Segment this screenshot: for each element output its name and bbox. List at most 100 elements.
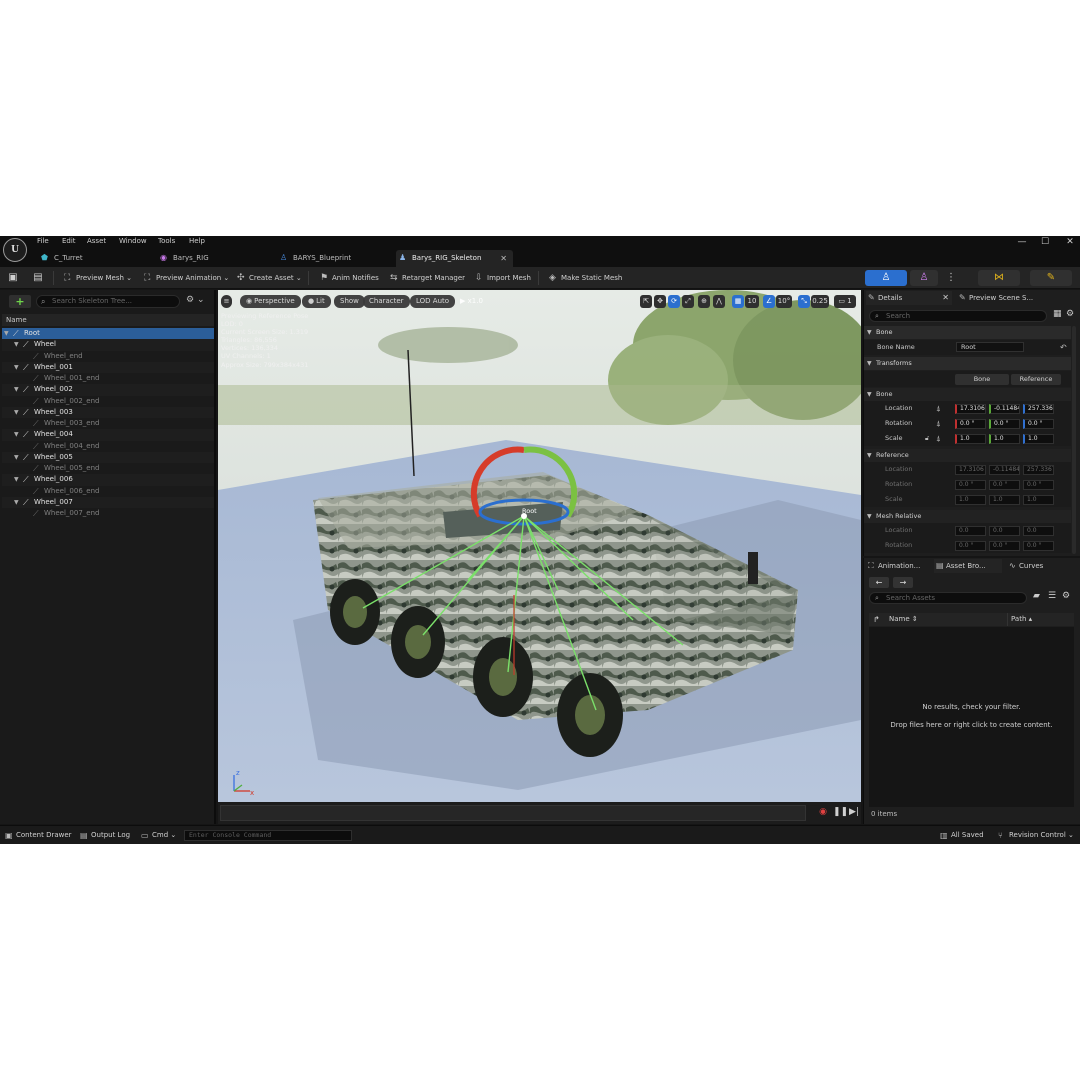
tree-row-bone[interactable]: ▼ ⟋ Wheel_003 [2,406,214,418]
viewport-menu-button[interactable]: ≡ [221,295,232,308]
gear-icon[interactable]: ⚙ [1062,591,1070,601]
asset-search-input[interactable]: ⌕ Search Assets [869,592,1027,604]
rotation-snap-icon[interactable]: ∠ [763,295,775,308]
lit-button[interactable]: ● Lit [302,295,331,308]
animation-mode-button[interactable]: ⋈ [978,270,1020,286]
expand-arrow-icon[interactable]: ▼ [14,384,19,395]
bone-rotation-x[interactable]: 0.0 ° [955,419,986,429]
tree-row-bone[interactable]: ▼ ⟋ Wheel_005 [2,451,214,463]
close-window-icon[interactable]: ✕ [1063,237,1077,247]
close-tab-icon[interactable]: ✕ [500,250,507,267]
bone-scale-z[interactable]: 1.0 [1023,434,1054,444]
bone-location-y[interactable]: -0.11484 [989,404,1020,414]
play-speed-button[interactable]: ▶ x1.0 [454,295,489,308]
menu-asset[interactable]: Asset [87,237,106,245]
scale-icon[interactable]: ⤢ [682,295,694,308]
tree-row-bone[interactable]: ▼ ⟋ Wheel_002 [2,384,214,396]
bone-space-button[interactable]: Bone [955,374,1009,385]
sort-toggle-icon[interactable]: ↱ [873,613,880,626]
column-name[interactable]: Name ⇕ [889,613,918,626]
rotate-icon[interactable]: ⟳ [668,295,680,308]
expand-arrow-icon[interactable]: ▼ [14,407,19,418]
tree-row-bone[interactable]: ▼ ⟋ Wheel_007 [2,496,214,508]
tree-row-bone[interactable]: ⟋ Wheel_001_end [2,373,214,384]
character-button[interactable]: Character [363,295,410,308]
preview-mesh-button[interactable]: ⛶ Preview Mesh ⌄ [64,271,132,285]
tree-row-bone[interactable]: ⟋ Wheel_end [2,351,214,362]
world-space-icon[interactable]: ⊕ [698,295,710,308]
3d-viewport[interactable]: ≡ ◉ Perspective ● Lit Show Character LOD A… [218,290,861,802]
tree-row-bone[interactable]: ⟋ Wheel_003_end [2,418,214,429]
expand-arrow-icon[interactable]: ▼ [14,474,19,485]
reference-space-button[interactable]: Reference [1011,374,1061,385]
tree-row-bone[interactable]: ⟋ Wheel_002_end [2,396,214,407]
grid-snap-icon[interactable]: ▦ [732,295,744,308]
perspective-button[interactable]: ◉ Perspective [240,295,301,308]
subsection-bone[interactable]: ▼ Bone [864,388,1071,401]
menu-file[interactable]: File [37,237,49,245]
tree-row-bone[interactable]: ⟋ Wheel_005_end [2,463,214,474]
details-search-input[interactable]: ⌕ Search [869,310,1047,322]
bone-scale-x[interactable]: 1.0 [955,434,986,444]
gear-icon[interactable]: ⚙ [1066,309,1074,319]
minimize-icon[interactable]: — [1015,237,1029,247]
tab-details[interactable]: ✎ Details ✕ [866,291,952,305]
browse-folder-icon[interactable]: ▤ [31,271,45,285]
tab-barys-blueprint[interactable]: ♙ BARYS_Blueprint [277,250,389,267]
grid-snap-value[interactable]: 10 [745,295,759,308]
mesh-mode-button[interactable]: ♙ [910,270,938,286]
expand-arrow-icon[interactable]: ▼ [14,452,19,463]
bone-location-x[interactable]: 17.3106 [955,404,986,414]
tree-row-bone[interactable]: ▼ ⟋ Wheel_006 [2,474,214,486]
make-static-mesh-button[interactable]: ◈ Make Static Mesh [549,271,622,285]
surface-snap-icon[interactable]: ⋀ [713,295,725,308]
tree-row-bone[interactable]: ▼ ⟋ Wheel_001 [2,361,214,373]
bone-scale-y[interactable]: 1.0 [989,434,1020,444]
import-mesh-button[interactable]: ⇩ Import Mesh [475,271,531,285]
menu-edit[interactable]: Edit [62,237,76,245]
anim-notifies-button[interactable]: ⚑ Anim Notifies [320,271,379,285]
menu-tools[interactable]: Tools [158,237,175,245]
tab-preview-scene[interactable]: ✎ Preview Scene S... [957,291,1067,305]
close-tab-icon[interactable]: ✕ [942,291,949,305]
retarget-manager-button[interactable]: ⇆ Retarget Manager [390,271,465,285]
details-scrollbar[interactable] [1072,326,1076,554]
table-view-icon[interactable]: ▦ [1053,309,1062,319]
bone-name-field[interactable]: Root [956,342,1024,352]
step-forward-icon[interactable]: ▶| [848,806,860,818]
tab-barys-rig[interactable]: ◉ Barys_RIG [157,250,269,267]
bone-rotation-z[interactable]: 0.0 ° [1023,419,1054,429]
create-asset-button[interactable]: ✣ Create Asset ⌄ [237,271,302,285]
scale-snap-value[interactable]: 0.25 [811,295,829,308]
pause-icon[interactable]: ❚❚ [833,806,848,818]
space-toggle-icon[interactable]: ⍋ [936,431,941,446]
tree-row-bone[interactable]: ▼ ⟋ Wheel [2,339,214,351]
subsection-mesh-relative[interactable]: ▼ Mesh Relative [864,510,1071,523]
tab-barys-rig-skeleton[interactable]: ♟ Barys_RIG_Skeleton ✕ [396,250,513,267]
folder-icon[interactable]: ▰ [1033,591,1040,601]
tree-row-bone[interactable]: ⟋ Wheel_006_end [2,486,214,497]
skeleton-search-input[interactable]: ⌕ Search Skeleton Tree... [36,295,180,308]
tab-asset-browser[interactable]: ▤ Asset Bro... [934,559,1002,573]
cmd-selector[interactable]: ▭ Cmd ⌄ [141,830,176,841]
camera-speed-button[interactable]: ▭ 1 [834,295,856,308]
tree-row-bone[interactable]: ⟋ Wheel_004_end [2,441,214,452]
expand-arrow-icon[interactable]: ▼ [14,362,19,373]
console-command-input[interactable]: Enter Console Command [184,830,352,841]
timeline-scrubber[interactable] [220,805,806,821]
physics-mode-button[interactable]: ✎ [1030,270,1072,286]
reset-arrow-icon[interactable]: ↶ [1060,340,1067,355]
space-toggle-icon[interactable]: ⍋ [936,401,941,416]
show-button[interactable]: Show [334,295,365,308]
unreal-logo-icon[interactable]: U [3,238,27,262]
bone-rotation-y[interactable]: 0.0 ° [989,419,1020,429]
subsection-reference[interactable]: ▼ Reference [864,449,1071,462]
tree-row-bone[interactable]: ⟋ Wheel_007_end [2,508,214,519]
save-icon[interactable]: ▣ [6,271,20,285]
record-icon[interactable]: ◉ [817,806,829,818]
tab-curves[interactable]: ∿ Curves [1007,559,1057,573]
tree-settings-button[interactable]: ⚙ ⌄ [186,295,206,308]
expand-arrow-icon[interactable]: ▼ [14,497,19,508]
maximize-icon[interactable]: ☐ [1038,237,1052,247]
content-drawer-button[interactable]: ▣ Content Drawer [5,830,72,841]
